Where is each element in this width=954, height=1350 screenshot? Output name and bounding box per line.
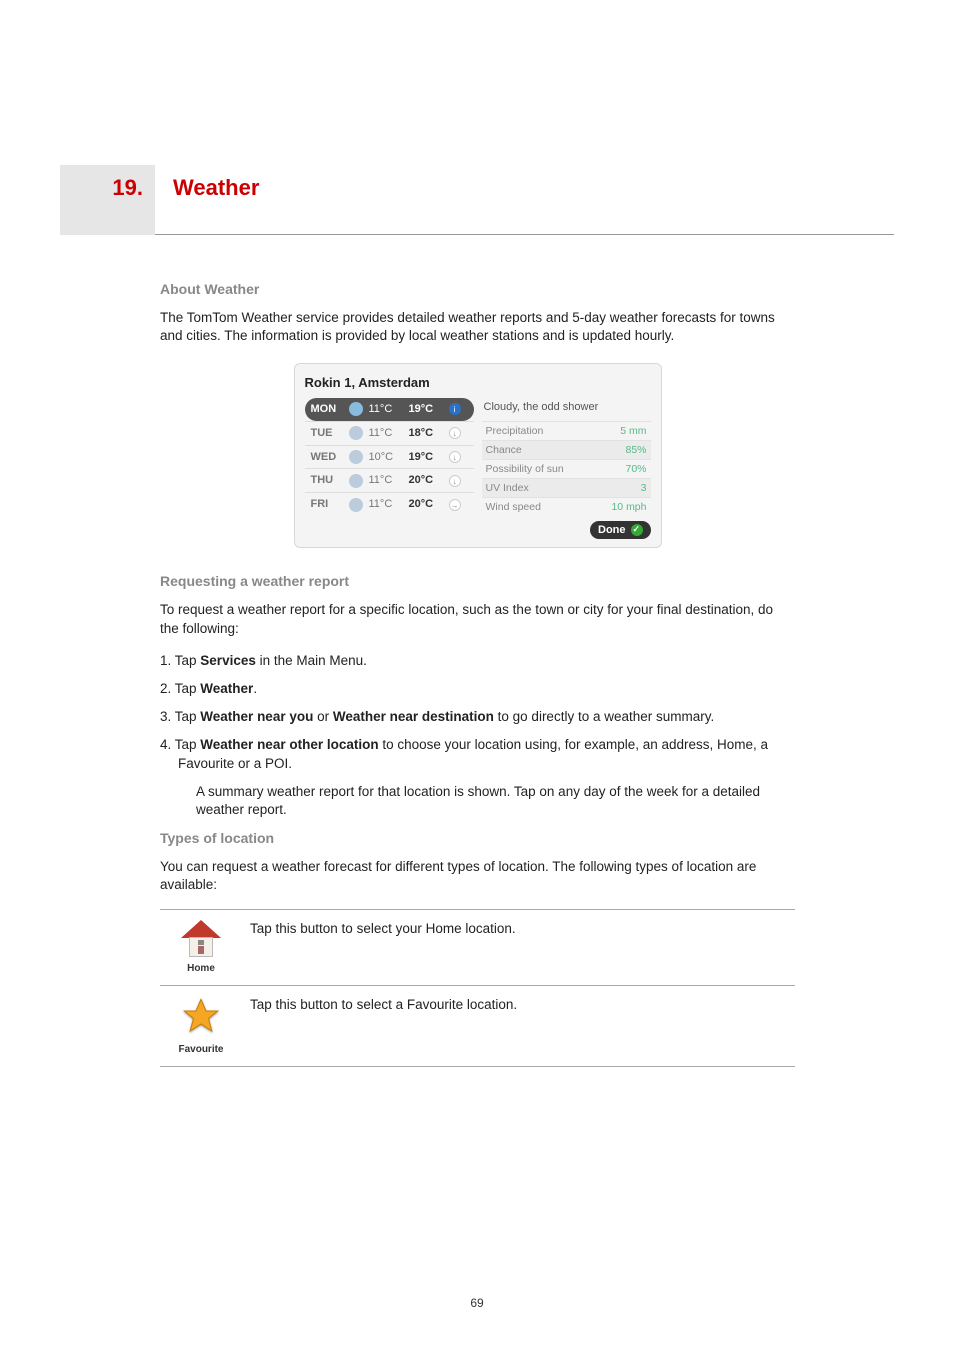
step-1: 1. Tap Services in the Main Menu. [160, 652, 795, 670]
step-4: 4. Tap Weather near other location to ch… [160, 736, 795, 819]
done-button[interactable]: Done [590, 521, 651, 540]
types-heading: Types of location [160, 829, 795, 848]
forecast-row-mon[interactable]: MON 11°C 19°C i [305, 398, 474, 421]
favourite-label: Favourite [160, 1043, 242, 1057]
step-4-sub: A summary weather report for that locati… [178, 783, 795, 819]
forecast-row-tue[interactable]: TUE 11°C 18°C ↓ [305, 421, 474, 445]
weather-icon [349, 474, 363, 488]
location-types-table: Home Tap this button to select your Home… [160, 909, 795, 1068]
location-row-home: Home Tap this button to select your Home… [160, 909, 795, 986]
forecast-day-list: MON 11°C 19°C i TUE 11°C 18°C ↓ WED 10°C [305, 398, 474, 540]
screenshot-location-title: Rokin 1, Amsterdam [305, 374, 651, 392]
weather-summary-text: Cloudy, the odd shower [482, 398, 651, 421]
arrow-down-icon: ↓ [449, 427, 461, 439]
star-icon[interactable] [179, 996, 223, 1036]
request-steps: 1. Tap Services in the Main Menu. 2. Tap… [160, 652, 795, 820]
info-icon: i [449, 403, 461, 415]
types-intro: You can request a weather forecast for d… [160, 858, 795, 894]
weather-details-table: Precipitation5 mm Chance85% Possibility … [482, 421, 651, 517]
about-heading: About Weather [160, 280, 795, 299]
favourite-description: Tap this button to select a Favourite lo… [250, 986, 795, 1067]
forecast-row-thu[interactable]: THU 11°C 20°C ↓ [305, 468, 474, 492]
arrow-down-icon: ↓ [449, 475, 461, 487]
request-heading: Requesting a weather report [160, 572, 795, 591]
arrow-right-icon: → [449, 499, 461, 511]
location-row-favourite: Favourite Tap this button to select a Fa… [160, 986, 795, 1067]
forecast-row-fri[interactable]: FRI 11°C 20°C → [305, 492, 474, 516]
forecast-row-wed[interactable]: WED 10°C 19°C ↓ [305, 445, 474, 469]
about-paragraph: The TomTom Weather service provides deta… [160, 309, 795, 345]
weather-icon [349, 426, 363, 440]
page-number: 69 [0, 1296, 954, 1310]
page-content: About Weather The TomTom Weather service… [160, 280, 795, 1067]
check-icon [631, 524, 643, 536]
request-intro: To request a weather report for a specif… [160, 601, 795, 637]
arrow-down-icon: ↓ [449, 451, 461, 463]
step-2: 2. Tap Weather. [160, 680, 795, 698]
chapter-number: 19. [112, 175, 143, 201]
home-description: Tap this button to select your Home loca… [250, 909, 795, 986]
weather-icon [349, 450, 363, 464]
weather-screenshot: Rokin 1, Amsterdam MON 11°C 19°C i TUE 1… [294, 363, 662, 548]
step-3: 3. Tap Weather near you or Weather near … [160, 708, 795, 726]
chapter-header: 19. Weather [60, 165, 894, 235]
weather-icon [349, 498, 363, 512]
weather-icon [349, 402, 363, 416]
home-label: Home [160, 962, 242, 976]
chapter-number-block: 19. [60, 165, 155, 235]
chapter-title: Weather [155, 165, 259, 201]
home-icon[interactable] [181, 920, 221, 960]
